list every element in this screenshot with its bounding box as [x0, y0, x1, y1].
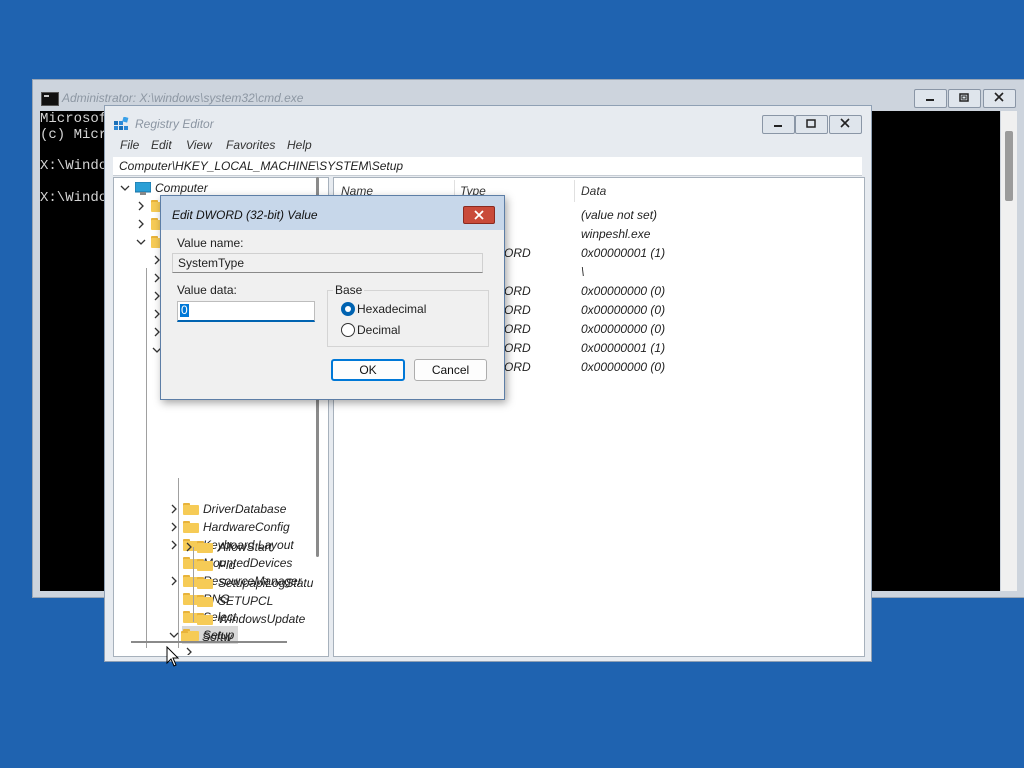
regedit-title: Registry Editor [135, 117, 214, 131]
tree-item-setupcl[interactable]: SETUPCL [113, 593, 313, 610]
tree-item-setupapilogstatus[interactable]: SetupapiLogStatu [113, 575, 313, 592]
restore-icon [959, 93, 969, 102]
tree-guide-line [193, 547, 194, 622]
edit-dword-dialog: Edit DWORD (32-bit) Value Value name: Sy… [160, 195, 505, 400]
maximize-icon [806, 119, 816, 128]
close-button[interactable] [983, 89, 1016, 108]
address-bar[interactable]: Computer\HKEY_LOCAL_MACHINE\SYSTEM\Setup [113, 157, 862, 176]
cancel-button[interactable]: Cancel [414, 359, 487, 381]
close-icon [994, 92, 1004, 102]
minimize-button[interactable] [914, 89, 947, 108]
dialog-title: Edit DWORD (32-bit) Value [172, 208, 318, 222]
decimal-radio[interactable] [341, 323, 355, 337]
value-data-input[interactable]: 0 [177, 301, 315, 322]
value-data-label: Value data: [177, 283, 237, 297]
ok-button[interactable]: OK [331, 359, 405, 381]
menu-edit[interactable]: Edit [151, 138, 172, 152]
tree-horizontal-scrollbar[interactable] [131, 641, 287, 643]
restore-button[interactable] [948, 89, 981, 108]
scrollbar-thumb[interactable] [1005, 131, 1013, 201]
console-line: X:\Windo [40, 158, 108, 174]
hexadecimal-label[interactable]: Hexadecimal [357, 302, 426, 316]
tree-item-windowsupdate[interactable]: WindowsUpdate [113, 611, 313, 628]
regedit-maximize-button[interactable] [795, 115, 828, 134]
value-name-field: SystemType [172, 253, 483, 273]
regedit-minimize-button[interactable] [762, 115, 795, 134]
tree-item-software[interactable]: Softw [113, 629, 313, 646]
console-scrollbar[interactable] [1001, 111, 1017, 591]
registry-icon [114, 117, 129, 130]
folder-icon [197, 559, 213, 571]
console-line: Microsof [40, 111, 108, 127]
hexadecimal-radio[interactable] [341, 302, 355, 316]
console-line: X:\Windo [40, 190, 108, 206]
folder-icon [197, 613, 213, 625]
dialog-titlebar[interactable]: Edit DWORD (32-bit) Value [161, 196, 504, 230]
address-text: Computer\HKEY_LOCAL_MACHINE\SYSTEM\Setup [119, 159, 404, 173]
regedit-close-button[interactable] [829, 115, 862, 134]
column-data-header[interactable]: Data [581, 184, 606, 198]
menu-help[interactable]: Help [287, 138, 312, 152]
cmd-title: Administrator: X:\windows\system32\cmd.e… [62, 91, 304, 105]
menu-view[interactable]: View [186, 138, 212, 152]
base-label: Base [333, 283, 365, 297]
decimal-label[interactable]: Decimal [357, 323, 400, 337]
console-line: (c) Micr [40, 127, 108, 143]
value-name-label: Value name: [177, 236, 244, 250]
minimize-icon [774, 125, 782, 127]
tree-item-pid[interactable]: Pid [113, 557, 313, 574]
folder-icon [197, 577, 213, 589]
base-groupbox [327, 290, 489, 347]
menu-bar: File Edit View Favorites Help [105, 137, 871, 155]
cmd-icon [41, 92, 59, 106]
close-icon [840, 118, 850, 128]
menu-file[interactable]: File [120, 138, 139, 152]
dialog-close-button[interactable] [463, 206, 495, 224]
mouse-cursor-icon [166, 646, 180, 667]
minimize-icon [926, 99, 934, 101]
menu-favorites[interactable]: Favorites [226, 138, 275, 152]
column-separator [574, 180, 575, 202]
tree-item-allowstart[interactable]: AllowStart [113, 539, 313, 556]
folder-icon [197, 541, 213, 553]
close-icon [474, 210, 484, 220]
folder-icon [197, 595, 213, 607]
